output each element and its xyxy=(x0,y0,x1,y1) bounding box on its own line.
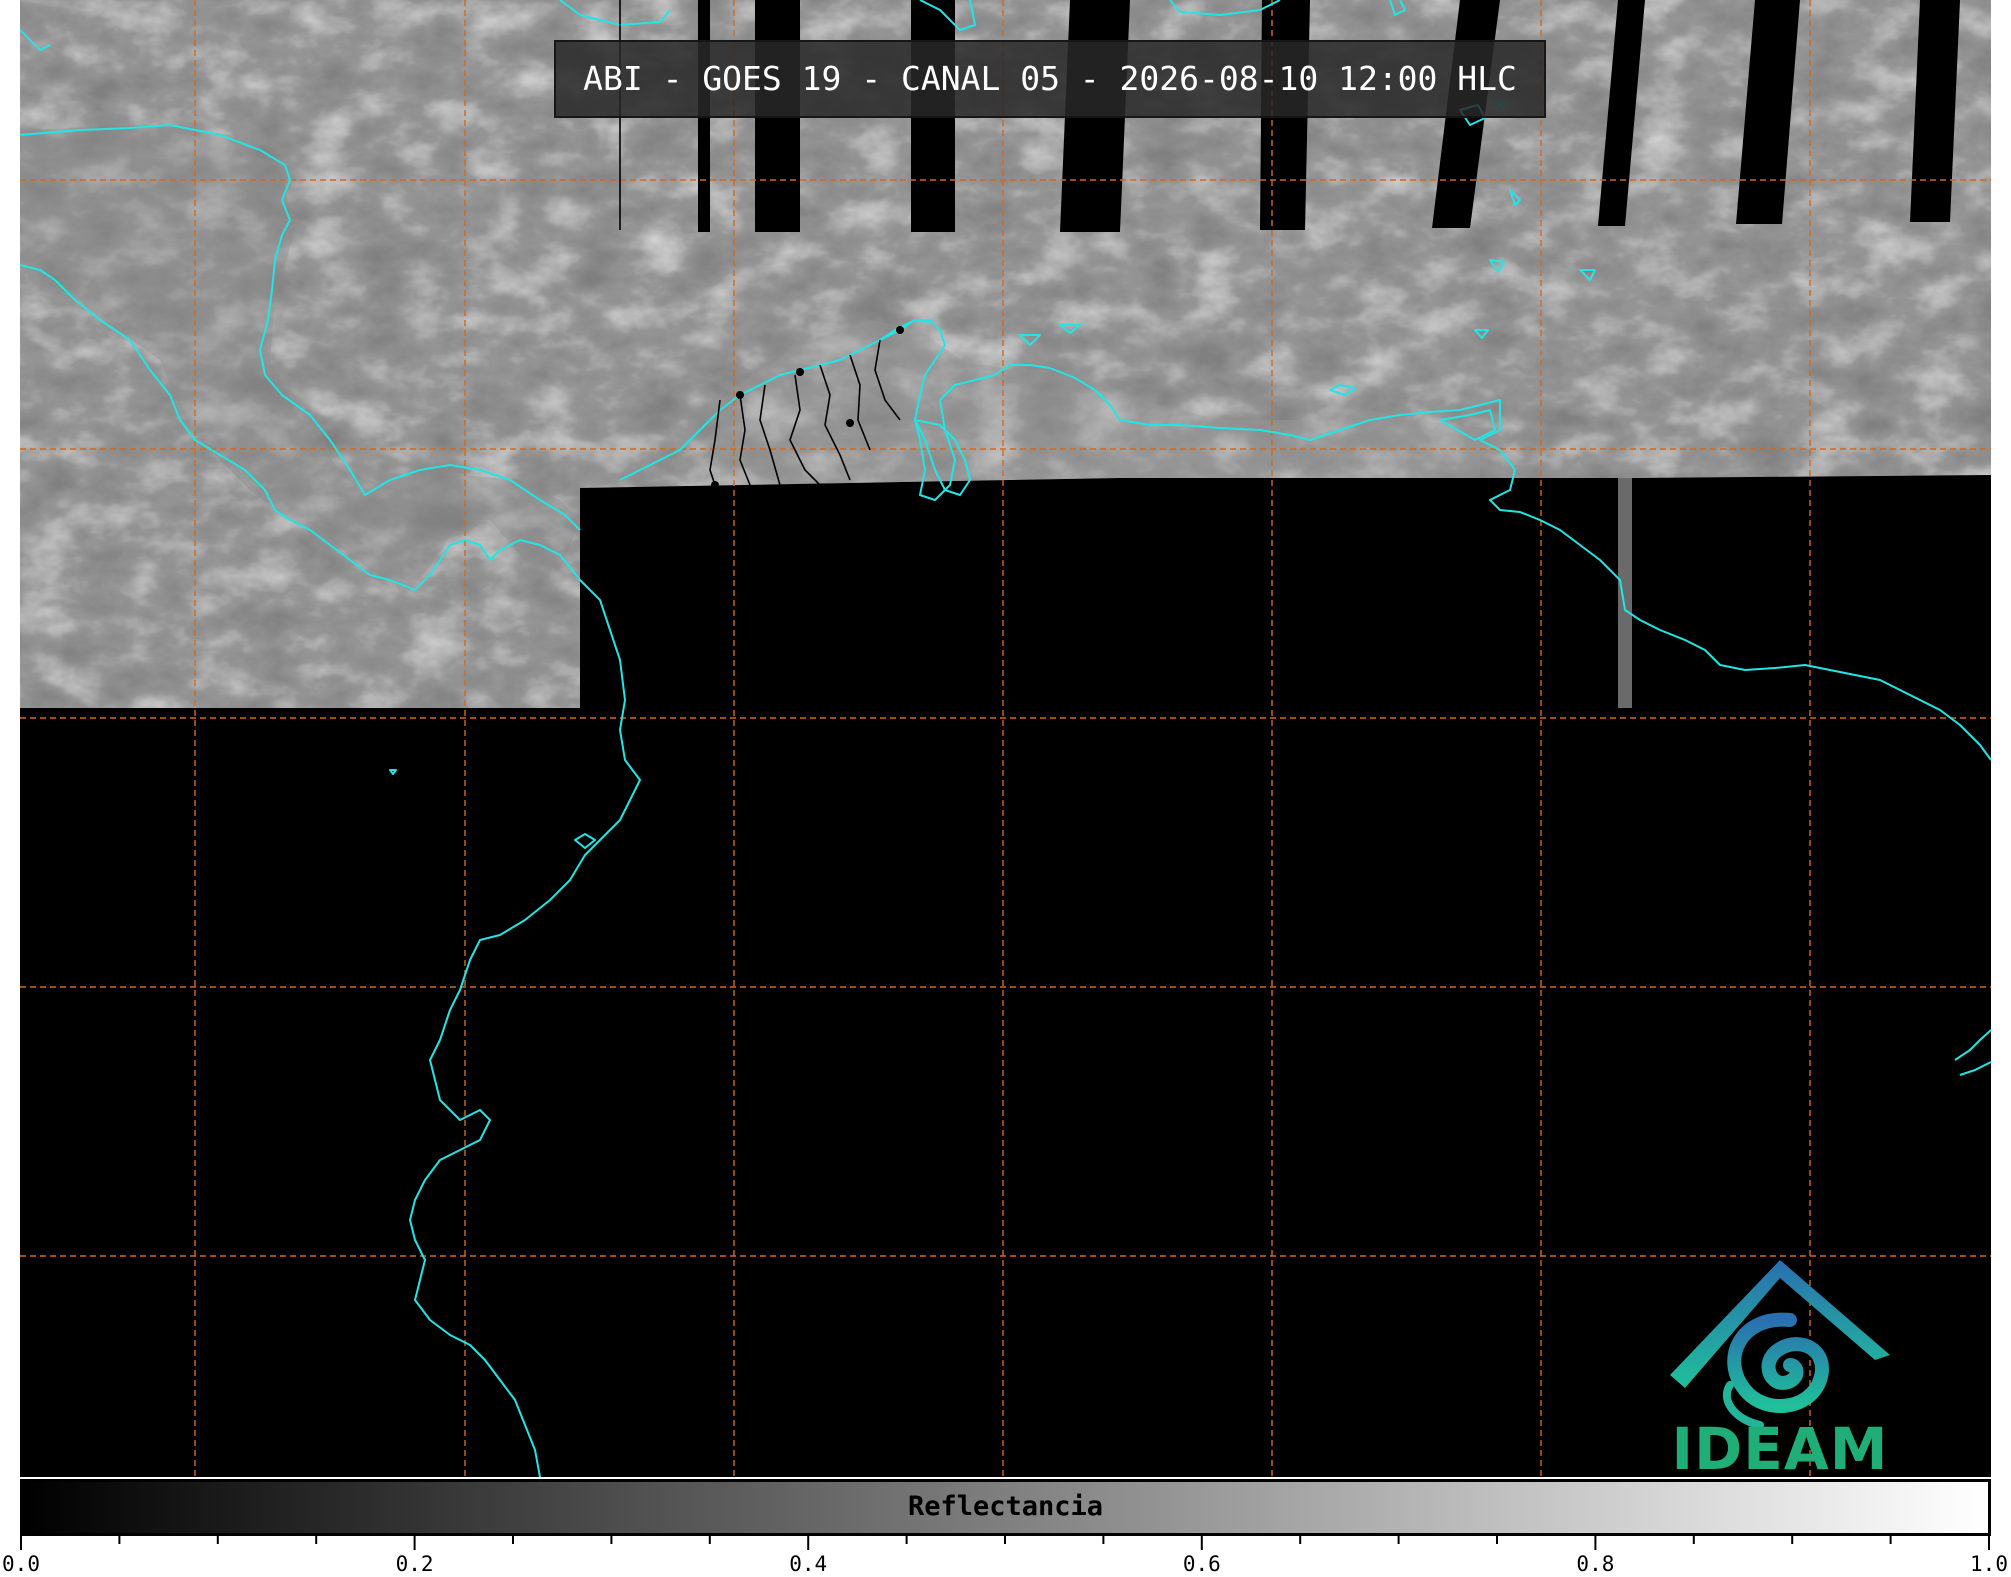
figure: ABI - GOES 19 - CANAL 05 - 2026-08-10 12… xyxy=(0,0,2011,1577)
colorbar-tick-label: 0.0 xyxy=(2,1552,40,1576)
colorbar-tick-label: 1.0 xyxy=(1970,1552,2008,1576)
colorbar-tick-label: 0.6 xyxy=(1182,1552,1221,1576)
colorbar-label: Reflectancia xyxy=(907,1491,1104,1522)
colorbar-tick-label: 0.4 xyxy=(789,1552,828,1576)
colorbar-ticks xyxy=(20,1536,1990,1550)
colorbar: Reflectancia xyxy=(20,1479,1991,1536)
map-title: ABI - GOES 19 - CANAL 05 - 2026-08-10 12… xyxy=(554,40,1546,118)
logo-text: IDEAM xyxy=(1671,1415,1889,1483)
imagery-strip xyxy=(1618,478,1632,708)
colorbar-tick-label: 0.2 xyxy=(395,1552,434,1576)
colorbar-tick-label: 0.8 xyxy=(1576,1552,1615,1576)
